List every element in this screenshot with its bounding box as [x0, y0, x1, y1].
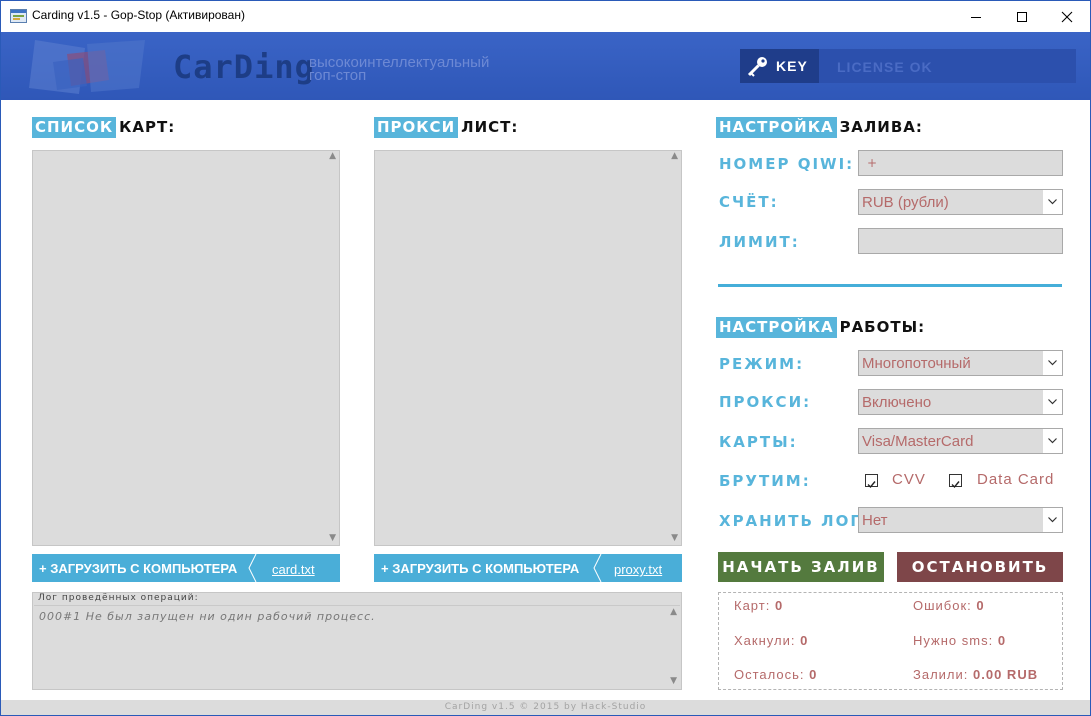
header-banner: CarDing высокоинтеллектуальный гоп-стоп … [1, 32, 1090, 100]
qiwi-label: НОМЕР QIWI: [719, 155, 855, 173]
separator-icon [593, 554, 602, 582]
limit-label: ЛИМИТ: [719, 233, 800, 251]
license-status-field: LICENSE OK [819, 49, 1076, 83]
fill-settings-heading: НАСТРОЙКА ЗАЛИВА: [716, 117, 923, 140]
stat-cards: Карт: 0 [734, 598, 784, 613]
brand-tagline: высокоинтеллектуальный гоп-стоп [309, 54, 490, 84]
stat-errors: Ошибок: 0 [913, 598, 985, 613]
scroll-down-icon[interactable]: ▼ [670, 676, 677, 686]
chevron-down-icon [1043, 390, 1062, 414]
cubes-logo-icon [29, 40, 145, 94]
card-type-label: КАРТЫ: [719, 433, 798, 451]
data-card-checkbox[interactable] [949, 474, 962, 489]
start-fill-button[interactable]: НАЧАТЬ ЗАЛИВ [718, 552, 884, 582]
account-label: СЧЁТ: [719, 193, 779, 211]
mode-select[interactable]: Многопоточный [858, 350, 1063, 376]
stop-button[interactable]: ОСТАНОВИТЬ [897, 552, 1063, 582]
copyright-text: CarDing v1.5 © 2015 by Hack-Studio [444, 702, 647, 712]
cards-heading: СПИСОК КАРТ: [32, 117, 175, 140]
cards-list-textarea[interactable]: ▲ ▼ [32, 150, 340, 546]
brute-label: БРУТИМ: [719, 472, 811, 490]
work-settings-heading: НАСТРОЙКА РАБОТЫ: [716, 317, 925, 340]
scroll-down-icon[interactable]: ▼ [671, 533, 678, 543]
key-label: KEY [776, 58, 808, 74]
stats-panel: Карт: 0 Ошибок: 0 Хакнули: 0 Нужно sms: … [718, 592, 1063, 690]
close-icon [1061, 11, 1073, 23]
data-card-checkbox-label[interactable]: Data Card [977, 471, 1054, 488]
license-status: LICENSE OK [837, 59, 933, 75]
proxies-load-button[interactable]: + ЗАГРУЗИТЬ С КОМПЬЮТЕРА [381, 561, 579, 576]
proxies-load-bar: + ЗАГРУЗИТЬ С КОМПЬЮТЕРА proxy.txt [374, 554, 682, 582]
scroll-down-icon[interactable]: ▼ [329, 533, 336, 543]
proxy-select[interactable]: Включено [858, 389, 1063, 415]
operations-log: Лог проведённых операций: 000#1 Не был з… [32, 592, 682, 690]
minimize-button[interactable] [953, 1, 999, 32]
log-textarea[interactable]: 000#1 Не был запущен ни один рабочий про… [34, 605, 680, 688]
separator-icon [248, 554, 257, 582]
limit-input[interactable] [858, 228, 1063, 254]
scroll-up-icon[interactable]: ▲ [670, 607, 677, 617]
mode-label: РЕЖИМ: [719, 355, 805, 373]
chevron-down-icon [1043, 190, 1062, 214]
chevron-down-icon [1043, 508, 1062, 532]
maximize-icon [1017, 12, 1027, 22]
proxy-list-textarea[interactable]: ▲ ▼ [374, 150, 682, 546]
app-window: Carding v1.5 - Gop-Stop (Активирован) Ca… [0, 0, 1091, 716]
proxies-file-link[interactable]: proxy.txt [614, 562, 662, 577]
cards-load-button[interactable]: + ЗАГРУЗИТЬ С КОМПЬЮТЕРА [39, 561, 237, 576]
cards-load-bar: + ЗАГРУЗИТЬ С КОМПЬЮТЕРА card.txt [32, 554, 340, 582]
checkmark-icon [951, 481, 960, 489]
license-key-button[interactable]: KEY [740, 49, 820, 83]
minimize-icon [971, 17, 981, 18]
maximize-button[interactable] [999, 1, 1045, 32]
chevron-down-icon [1043, 429, 1062, 453]
status-footer: CarDing v1.5 © 2015 by Hack-Studio [1, 700, 1090, 715]
cvv-checkbox-label[interactable]: CVV [892, 471, 926, 488]
log-line: 000#1 Не был запущен ни один рабочий про… [39, 610, 376, 623]
close-button[interactable] [1044, 1, 1090, 32]
cvv-checkbox[interactable] [865, 474, 878, 489]
title-bar: Carding v1.5 - Gop-Stop (Активирован) [1, 1, 1090, 32]
key-icon [747, 57, 767, 77]
store-log-label: ХРАНИТЬ ЛОГ: [719, 512, 870, 530]
chevron-down-icon [1043, 351, 1062, 375]
stat-filled: Залили: 0.00 RUB [913, 667, 1039, 682]
store-log-select[interactable]: Нет [858, 507, 1063, 533]
app-icon [10, 9, 27, 23]
account-select[interactable]: RUB (рубли) [858, 189, 1063, 215]
qiwi-number-input[interactable]: + [858, 150, 1063, 176]
stat-remaining: Осталось: 0 [734, 667, 818, 682]
scroll-up-icon[interactable]: ▲ [671, 151, 678, 161]
stat-sms: Нужно sms: 0 [913, 633, 1007, 648]
window-title: Carding v1.5 - Gop-Stop (Активирован) [32, 8, 245, 22]
proxies-heading: ПРОКСИ ЛИСТ: [374, 117, 518, 140]
card-type-select[interactable]: Visa/MasterCard [858, 428, 1063, 454]
section-divider [718, 284, 1062, 287]
brand-logo: CarDing [173, 48, 315, 86]
checkmark-icon [867, 481, 876, 489]
stat-hacked: Хакнули: 0 [734, 633, 809, 648]
proxy-mode-label: ПРОКСИ: [719, 393, 812, 411]
cards-file-link[interactable]: card.txt [272, 562, 315, 577]
scroll-up-icon[interactable]: ▲ [329, 151, 336, 161]
log-label: Лог проведённых операций: [38, 593, 199, 603]
